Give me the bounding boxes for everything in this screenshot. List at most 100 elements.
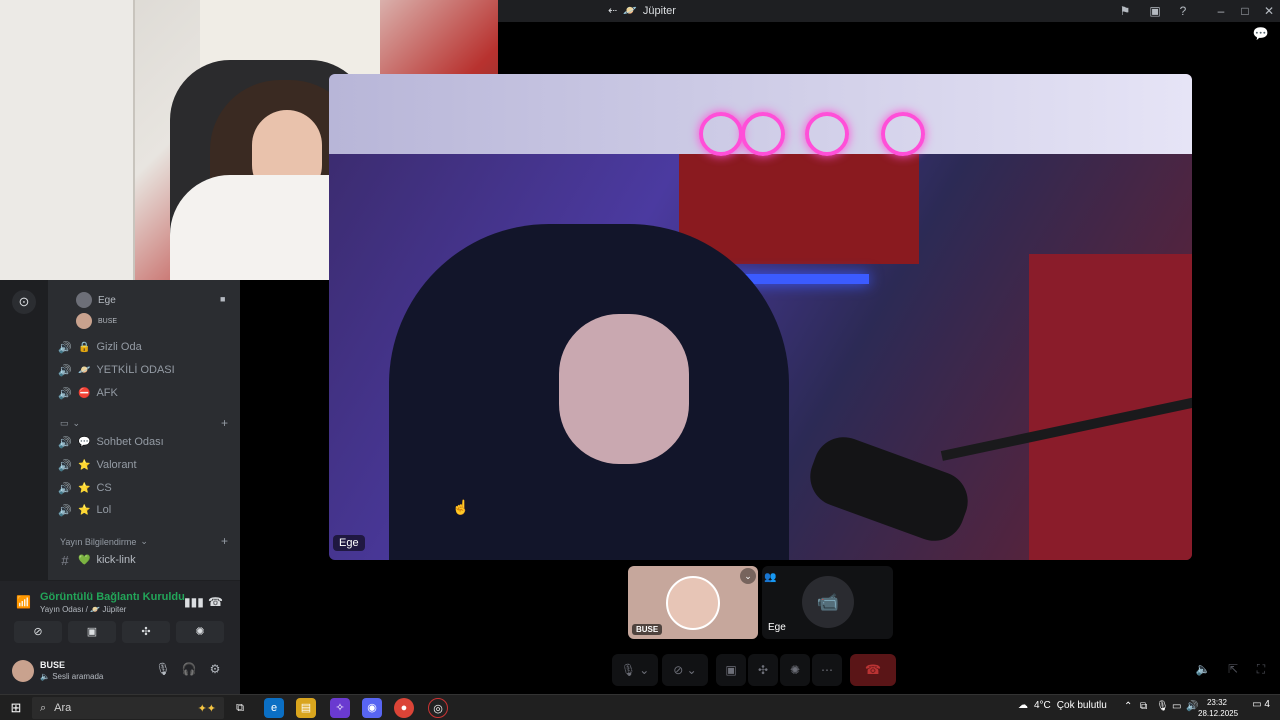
search-placeholder: Ara xyxy=(54,702,72,714)
voice-channel[interactable]: 🔊 🪐 YETKİLİ ODASI xyxy=(58,359,175,381)
microphone-button[interactable]: 🎙 ⌄ xyxy=(612,654,658,686)
channel-emoji: ⭐ xyxy=(78,504,91,516)
username: BUSE xyxy=(40,660,66,670)
participant-tile-ege[interactable]: 👥 📹 Ege xyxy=(762,566,893,639)
user-panel: BUSE 🔈 Sesli aramada 🎙 🎧 ⚙ xyxy=(0,656,240,694)
soundboard-button[interactable]: ✺ xyxy=(176,621,224,643)
window-title-text: Jüpiter xyxy=(642,4,676,17)
more-options-button[interactable]: ⋯ xyxy=(812,654,842,686)
screen-share-button[interactable]: ▣ xyxy=(68,621,116,643)
minimize-icon[interactable]: – xyxy=(1210,2,1232,20)
volume-icon[interactable]: 🔈 xyxy=(1194,662,1212,680)
channel-emoji: ⭐ xyxy=(78,482,91,494)
noise-suppression-icon[interactable]: ▮▮▮ xyxy=(184,595,204,609)
speaker-icon: 🔊 xyxy=(58,459,72,472)
led-ring xyxy=(881,112,925,156)
participant-tile-buse[interactable]: BUSE ⌄ xyxy=(628,566,758,639)
chrome-icon[interactable]: ● xyxy=(394,698,414,718)
text-channel[interactable]: # 💚 kick-link xyxy=(58,549,135,571)
voice-location[interactable]: Yayın Odası / 🪐 Jüpiter xyxy=(40,605,126,614)
camera-off-button[interactable]: ⊘ xyxy=(14,621,62,643)
window-titlebar: ⇠ 🪐 Jüpiter ⚑ ▣ ? – □ ✕ xyxy=(498,0,1280,22)
voice-server-name: Jüpiter xyxy=(102,605,127,614)
avatar[interactable] xyxy=(12,660,34,682)
microphone-icon[interactable]: 🎙 xyxy=(154,662,172,680)
person-face xyxy=(559,314,689,464)
network-icon[interactable]: ▭ xyxy=(1172,701,1181,712)
disconnect-icon[interactable]: ☎ xyxy=(208,595,223,609)
channel-emoji: 💬 xyxy=(78,436,91,448)
discover-icon[interactable]: ⊙ xyxy=(12,290,36,314)
close-icon[interactable]: ✕ xyxy=(1258,2,1280,20)
tray-app-icon[interactable]: ⧉ xyxy=(1140,701,1147,712)
microphone xyxy=(801,428,977,550)
channel-emoji: 🪐 xyxy=(78,364,91,376)
weather-widget[interactable]: ☁ 4°C Çok bulutlu xyxy=(1018,700,1107,711)
tray-expand-icon[interactable]: ⌃ xyxy=(1124,701,1132,712)
voice-channel[interactable]: 🔊 ⭐ Lol xyxy=(58,499,111,521)
screen-share-button[interactable]: ▣ xyxy=(716,654,746,686)
category-name: Yayın Bilgilendirme xyxy=(60,536,137,547)
channel-name: Lol xyxy=(96,504,112,516)
voice-channel[interactable]: 🔊 🔒 Gizli Oda xyxy=(58,336,142,358)
channel-name: CS xyxy=(96,482,112,494)
task-view-icon[interactable]: ⧉ xyxy=(230,698,250,718)
activities-button[interactable]: ✣ xyxy=(748,654,778,686)
windows-start-icon[interactable]: ⊞ xyxy=(8,700,24,716)
chat-bubble-icon[interactable]: 💬 xyxy=(1252,26,1270,44)
taskbar-clock[interactable]: 23:32 28.12.2025 xyxy=(1198,697,1238,719)
volume-icon[interactable]: 🔊 xyxy=(1186,701,1198,712)
notification-count: 4 xyxy=(1264,699,1270,710)
chevron-down-icon[interactable]: ⌄ xyxy=(740,568,756,584)
tray-microphone-icon[interactable]: 🎙 xyxy=(1156,701,1169,712)
voice-connection-panel: 📶 Görüntülü Bağlantı Kuruldu Yayın Odası… xyxy=(0,580,240,656)
voice-user-name: Ege xyxy=(98,294,116,306)
screen-share-icon[interactable]: ▣ xyxy=(1144,2,1166,20)
wardrobe xyxy=(0,0,135,280)
edge-icon[interactable]: e xyxy=(264,698,284,718)
voice-user[interactable]: Ege xyxy=(76,290,116,310)
call-controls: 🎙 ⌄ ⊘ ⌄ ▣ ✣ ✺ ⋯ ☎ xyxy=(612,654,902,686)
obs-icon[interactable]: ◎ xyxy=(428,698,448,718)
help-icon[interactable]: ? xyxy=(1172,2,1194,20)
avatar xyxy=(76,292,92,308)
back-arrows-icon[interactable]: ⇠ xyxy=(608,4,617,17)
server-emoji: 🪐 xyxy=(623,5,637,17)
maximize-icon[interactable]: □ xyxy=(1234,2,1256,20)
hang-up-button[interactable]: ☎ xyxy=(850,654,896,686)
taskbar-search-input[interactable]: ⌕ Ara ✦✦ xyxy=(32,697,224,719)
voice-user[interactable]: BUSE xyxy=(76,311,117,331)
windows-taskbar: ⊞ ⌕ Ara ✦✦ ⧉ e ▤ ✧ ◉ ● ◎ ☁ 4°C Çok bulut… xyxy=(0,694,1280,720)
main-video-stream[interactable] xyxy=(329,74,1192,560)
speaker-icon: 🔊 xyxy=(58,482,72,495)
user-status-text: Sesli aramada xyxy=(52,672,104,681)
add-channel-icon[interactable]: + xyxy=(221,416,228,430)
notification-center[interactable]: ▭ 4 xyxy=(1250,699,1272,717)
pop-out-icon[interactable]: ⇱ xyxy=(1224,662,1242,680)
voice-channel[interactable]: 🔊 ⛔ AFK xyxy=(58,382,118,404)
category-header[interactable]: Yayın Bilgilendirme ⌄ xyxy=(60,536,148,547)
fullscreen-icon[interactable]: ⛶ xyxy=(1252,662,1270,680)
flag-icon[interactable]: ⚑ xyxy=(1114,2,1136,20)
signal-icon[interactable]: 📶 xyxy=(16,595,31,609)
voice-channel[interactable]: 🔊 ⭐ Valorant xyxy=(58,454,136,476)
add-channel-icon[interactable]: + xyxy=(221,534,228,548)
camera-avatar-icon: 📹 xyxy=(802,576,854,628)
speaker-icon: 🔊 xyxy=(58,436,72,449)
camera-button[interactable]: ⊘ ⌄ xyxy=(662,654,708,686)
speaker-icon: 🔊 xyxy=(58,341,72,354)
channel-emoji: ⛔ xyxy=(78,387,91,399)
discord-icon[interactable]: ◉ xyxy=(362,698,382,718)
gear-icon[interactable]: ⚙ xyxy=(206,662,224,680)
voice-channel[interactable]: 🔊 💬 Sohbet Odası xyxy=(58,431,164,453)
headphones-icon[interactable]: 🎧 xyxy=(180,662,198,680)
file-explorer-icon[interactable]: ▤ xyxy=(296,698,316,718)
activities-button[interactable]: ✣ xyxy=(122,621,170,643)
soundboard-button[interactable]: ✺ xyxy=(780,654,810,686)
channel-emoji: ⭐ xyxy=(78,459,91,471)
category-header[interactable]: ▭ ⌄ xyxy=(60,418,80,429)
led-ring xyxy=(699,112,743,156)
channel-emoji: 💚 xyxy=(78,554,91,566)
copilot-icon[interactable]: ✧ xyxy=(330,698,350,718)
voice-channel[interactable]: 🔊 ⭐ CS xyxy=(58,477,112,499)
